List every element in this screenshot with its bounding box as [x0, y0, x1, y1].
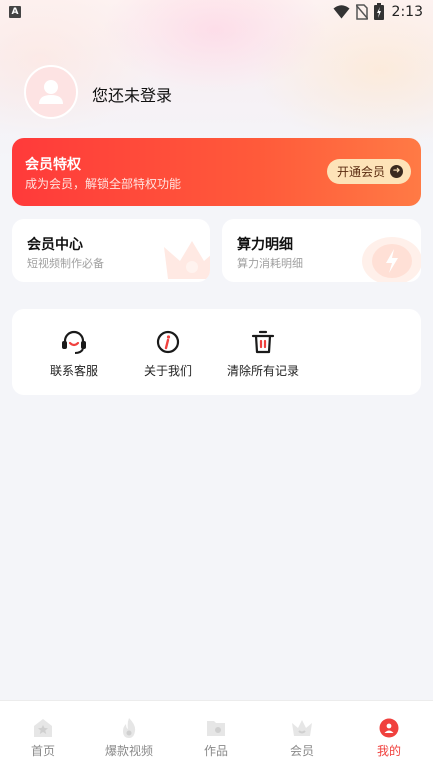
member-center-title: 会员中心 — [27, 237, 83, 253]
vip-subtitle: 成为会员，解锁全部特权功能 — [25, 177, 182, 191]
tab-works[interactable]: 作品 — [173, 717, 259, 759]
no-sim-icon — [355, 3, 368, 20]
contact-service-button[interactable]: 联系客服 — [29, 329, 119, 379]
status-icons: 2:13 — [333, 3, 423, 20]
user-icon — [39, 80, 63, 104]
headset-icon — [62, 330, 86, 354]
compute-detail-title: 算力明细 — [237, 237, 293, 253]
crown-icon — [164, 241, 210, 279]
profile-icon — [379, 718, 399, 738]
tab-hot-videos[interactable]: 爆款视频 — [86, 717, 172, 759]
compute-detail-subtitle: 算力消耗明细 — [237, 257, 303, 270]
info-icon — [156, 330, 180, 354]
login-prompt[interactable]: 您还未登录 — [92, 82, 172, 106]
trash-icon — [251, 330, 275, 354]
tab-hot-videos-label: 爆款视频 — [104, 744, 153, 758]
tab-mine-label: 我的 — [376, 744, 401, 758]
avatar[interactable] — [24, 65, 78, 119]
tab-works-label: 作品 — [203, 744, 228, 758]
clear-records-label: 清除所有记录 — [226, 364, 299, 378]
bottom-tab-bar: 首页 爆款视频 作品 会员 我的 — [0, 700, 433, 770]
battery-icon — [373, 3, 384, 20]
contact-service-label: 联系客服 — [49, 364, 98, 378]
folder-icon — [207, 721, 225, 736]
vip-banner[interactable]: 会员特权 成为会员，解锁全部特权功能 开通会员 ➜ — [12, 138, 421, 206]
compute-detail-card[interactable]: 算力明细 算力消耗明细 — [222, 219, 421, 282]
clear-records-button[interactable]: 清除所有记录 — [218, 329, 308, 379]
lightning-icon — [362, 237, 421, 282]
crown-icon — [292, 720, 312, 736]
wifi-icon — [333, 4, 350, 18]
about-us-label: 关于我们 — [143, 364, 192, 378]
tools-panel: 联系客服 关于我们 清除所有记录 — [12, 309, 421, 395]
open-vip-label: 开通会员 — [336, 165, 385, 179]
tab-vip-label: 会员 — [289, 744, 314, 758]
status-bar: A 2:13 — [0, 0, 433, 24]
notification-badge: A — [9, 6, 21, 18]
arrow-right-icon: ➜ — [390, 165, 403, 178]
tab-mine[interactable]: 我的 — [346, 717, 432, 759]
vip-title: 会员特权 — [25, 157, 81, 173]
member-center-subtitle: 短视频制作必备 — [27, 257, 104, 270]
tab-home[interactable]: 首页 — [0, 717, 86, 759]
about-us-button[interactable]: 关于我们 — [123, 329, 213, 379]
home-icon — [34, 719, 52, 737]
tab-vip[interactable]: 会员 — [259, 717, 345, 759]
clock: 2:13 — [391, 3, 423, 20]
member-center-card[interactable]: 会员中心 短视频制作必备 — [12, 219, 210, 282]
fire-icon — [123, 718, 136, 738]
open-vip-button[interactable]: 开通会员 ➜ — [326, 159, 411, 184]
tab-home-label: 首页 — [30, 744, 55, 758]
